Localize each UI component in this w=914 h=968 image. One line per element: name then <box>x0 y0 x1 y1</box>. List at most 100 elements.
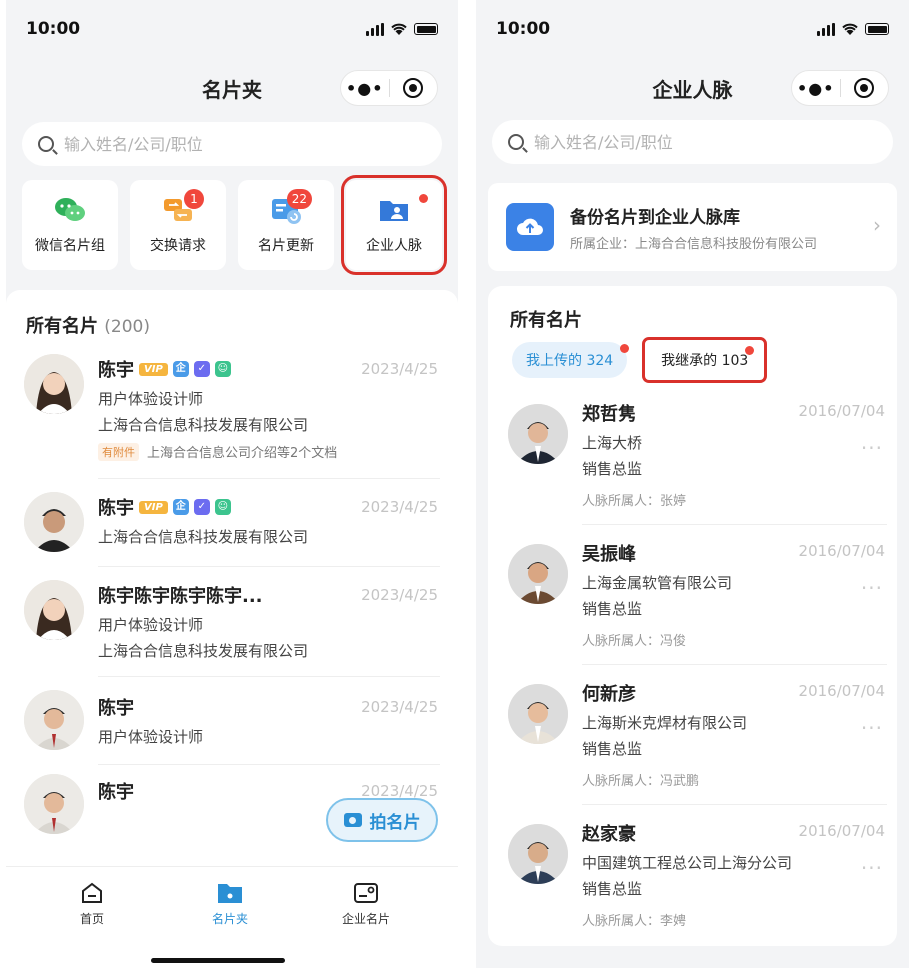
more-icon[interactable]: ··· <box>861 716 883 740</box>
contact-row[interactable]: 郑哲隽 2016/07/04 上海大桥销售总监人脉所属人：张婷 ··· <box>508 396 887 526</box>
contact-owner: 人脉所属人：张婷 <box>582 494 687 509</box>
contact-company: 上海金属软管有限公司 <box>582 574 733 592</box>
page-title: 企业人脉 <box>652 77 733 102</box>
right-screen: 10:00 企业人脉 •●• 备份名片到企业人脉库 所属企业：上海合合信息科技股… <box>476 0 909 968</box>
backup-title: 备份名片到企业人脉库 <box>570 208 740 228</box>
mini-program-capsule: •●• <box>791 70 889 106</box>
avatar <box>24 492 84 552</box>
cloud-upload-icon <box>506 203 554 251</box>
tab-card-folder[interactable]: 名片夹 <box>190 881 270 927</box>
search-bar[interactable] <box>492 120 893 164</box>
search-bar[interactable] <box>22 122 442 166</box>
page-title: 名片夹 <box>202 77 262 102</box>
contact-company: 中国建筑工程总公司上海分公司 <box>582 854 793 872</box>
avatar <box>24 774 84 834</box>
status-bar: 10:00 <box>6 0 458 58</box>
tab-inherited[interactable]: 我继承的 103 <box>642 337 768 383</box>
more-icon[interactable]: ··· <box>861 856 883 880</box>
card-update-badge: 22 <box>286 189 312 209</box>
card-title: 用户体验设计师 <box>98 728 204 746</box>
contact-icon: ☺ <box>214 361 231 377</box>
contact-date: 2016/07/04 <box>798 402 885 420</box>
card-date: 2023/4/25 <box>361 360 438 378</box>
contact-title: 销售总监 <box>582 740 643 758</box>
tab-uploaded[interactable]: 我上传的 324 <box>512 342 630 378</box>
card-company: 上海合合信息科技发展有限公司 <box>98 416 309 434</box>
card-row[interactable]: 陈宇 2023/4/25 用户体验设计师 <box>24 690 440 766</box>
contact-name: 赵家豪 <box>582 824 636 845</box>
close-mini-program-button[interactable] <box>390 78 438 98</box>
exchange-badge: 1 <box>184 189 204 209</box>
card-date: 2023/4/25 <box>361 498 438 516</box>
contact-date: 2016/07/04 <box>798 682 885 700</box>
enterprise-contacts-icon <box>380 201 408 221</box>
card-name: 陈宇 <box>98 782 134 803</box>
contact-name: 何新彦 <box>582 684 636 705</box>
wifi-icon <box>391 23 407 35</box>
close-mini-program-button[interactable] <box>841 78 889 98</box>
left-screen: 10:00 名片夹 •●• 微信名片组 1 交换请求 <box>6 0 458 968</box>
quick-exchange-request[interactable]: 1 交换请求 <box>130 180 226 270</box>
tab-bar: 首页 名片夹 企业名片 <box>6 866 458 968</box>
verified-icon: ✓ <box>193 361 210 377</box>
quick-card-update[interactable]: 22 名片更新 <box>238 180 334 270</box>
quick-actions: 微信名片组 1 交换请求 22 名片更新 企业人脉 <box>6 175 458 275</box>
contact-company: 上海大桥 <box>582 434 643 452</box>
contact-icon: ☺ <box>214 499 231 515</box>
card-company: 上海合合信息科技发展有限公司 <box>98 528 309 546</box>
contact-owner: 人脉所属人：李娉 <box>582 914 687 929</box>
more-icon[interactable]: ··· <box>861 576 883 600</box>
search-input[interactable] <box>534 132 877 152</box>
card-company: 上海合合信息科技发展有限公司 <box>98 642 309 660</box>
battery-icon <box>865 23 889 35</box>
mini-program-capsule: •●• <box>340 70 438 106</box>
home-indicator <box>151 958 285 963</box>
card-name: 陈宇陈宇陈宇陈宇... <box>98 586 263 607</box>
card-date: 2023/4/25 <box>361 698 438 716</box>
status-time: 10:00 <box>26 19 81 39</box>
quick-wechat-group[interactable]: 微信名片组 <box>22 180 118 270</box>
status-icons <box>366 22 438 36</box>
card-title: 用户体验设计师 <box>98 390 204 408</box>
tab-home[interactable]: 首页 <box>52 881 132 927</box>
chevron-right-icon: › <box>873 213 881 237</box>
wifi-icon <box>842 23 858 35</box>
contact-date: 2016/07/04 <box>798 542 885 560</box>
quick-label: 名片更新 <box>258 238 314 254</box>
contact-row[interactable]: 赵家豪 2016/07/04 中国建筑工程总公司上海分公司 销售总监人脉所属人：李娉 ·… <box>508 816 887 946</box>
vip-badge: VIP <box>139 362 168 376</box>
more-options-button[interactable]: •●• <box>792 79 840 98</box>
enterprise-icon: 企 <box>172 499 189 515</box>
nav-bar: 名片夹 •●• <box>6 58 458 118</box>
contact-row[interactable]: 吴振峰 2016/07/04 上海金属软管有限公司 销售总监 人脉所属人：冯俊 ··· <box>508 536 887 666</box>
more-icon[interactable]: ··· <box>861 436 883 460</box>
card-row[interactable]: 陈宇陈宇陈宇陈宇... 2023/4/25 用户体验设计师 上海合合信息科技发展… <box>24 578 440 678</box>
quick-enterprise-contacts[interactable]: 企业人脉 <box>341 175 447 275</box>
contact-name: 郑哲隽 <box>582 404 636 425</box>
contact-title: 销售总监 <box>582 460 643 478</box>
enterprise-icon: 企 <box>172 361 189 377</box>
backup-banner[interactable]: 备份名片到企业人脉库 所属企业：上海合合信息科技股份有限公司 › <box>488 183 897 271</box>
all-cards-panel: 所有名片 (200) 陈宇 VIP 企 ✓ ☺ 2023/4/25 用户体验设计师 上海… <box>6 290 458 880</box>
quick-label: 企业人脉 <box>366 238 422 254</box>
search-input[interactable] <box>64 134 426 154</box>
more-options-button[interactable]: •●• <box>341 79 389 98</box>
status-icons <box>817 22 889 36</box>
card-title: 用户体验设计师 <box>98 616 204 634</box>
contact-owner: 人脉所属人：冯武鹏 <box>582 774 700 789</box>
contact-date: 2016/07/04 <box>798 822 885 840</box>
upload-inherit-tabs: 我上传的 324 我继承的 103 <box>512 337 768 383</box>
scan-card-button[interactable]: 拍名片 <box>326 798 438 842</box>
contact-title: 销售总监 <box>582 880 643 898</box>
verified-icon: ✓ <box>193 499 210 515</box>
card-row[interactable]: 陈宇 VIP 企 ✓ ☺ 2023/4/25 用户体验设计师 上海合合信息科技发展有限公… <box>24 352 440 480</box>
contact-row[interactable]: 何新彦 2016/07/04 上海斯米克焊材有限公司 销售总监 人脉所属人：冯武鹏 ··· <box>508 676 887 806</box>
section-title: 所有名片 <box>510 310 582 331</box>
card-row[interactable]: 陈宇 VIP 企 ✓ ☺ 2023/4/25 上海合合信息科技发展有限公司 <box>24 490 440 570</box>
tab-enterprise-card[interactable]: 企业名片 <box>326 881 406 927</box>
record-icon <box>403 78 424 98</box>
contact-owner: 人脉所属人：冯俊 <box>582 634 687 649</box>
card-attachment: 有附件 上海合合信息公司介绍等2个文档 <box>98 442 337 461</box>
wechat-group-icon <box>55 198 85 221</box>
enterprise-new-dot <box>419 194 428 203</box>
